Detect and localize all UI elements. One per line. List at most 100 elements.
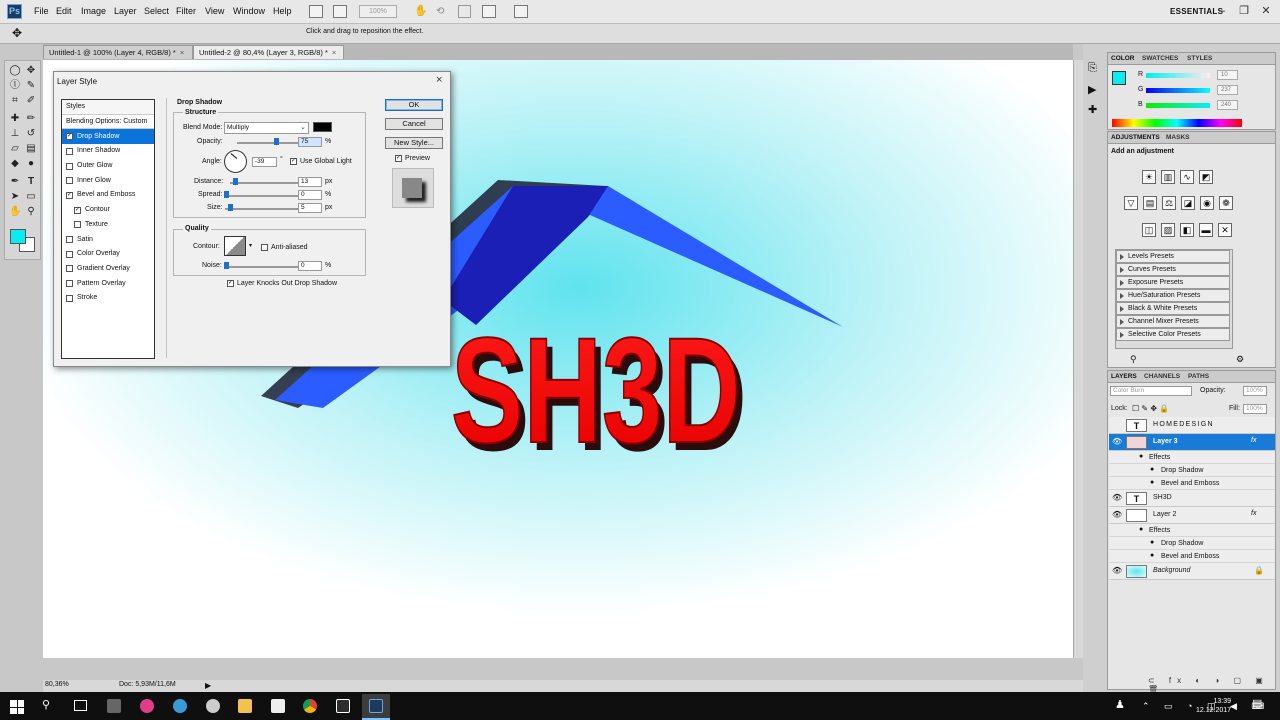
curves-icon[interactable]: ∿	[1180, 170, 1194, 184]
move-tool-preset-icon[interactable]: ✥	[12, 27, 22, 39]
lasso-tool-icon[interactable]: ⓛ	[9, 80, 21, 92]
hand-tool-icon[interactable]: ✋	[414, 6, 428, 17]
preset-levels[interactable]: Levels Presets	[1116, 250, 1230, 263]
checkbox-icon[interactable]	[66, 177, 73, 185]
eye-icon[interactable]: ●	[1150, 466, 1154, 473]
preset-curves[interactable]: Curves Presets	[1116, 263, 1230, 276]
style-inner-shadow[interactable]: Inner Shadow	[62, 144, 154, 159]
brightness-icon[interactable]: ☀	[1142, 170, 1156, 184]
screen-mode-icon[interactable]	[482, 5, 496, 18]
search-icon[interactable]: ⚲	[42, 699, 50, 711]
eye-icon[interactable]: 👁	[1112, 511, 1122, 519]
effect-bevel-emboss[interactable]: ● Bevel and Emboss	[1109, 477, 1275, 490]
style-blending-options[interactable]: Blending Options: Custom	[62, 115, 154, 130]
spread-slider[interactable]	[225, 195, 298, 197]
checkbox-icon[interactable]	[66, 162, 73, 170]
spread-input[interactable]: 0	[298, 190, 322, 200]
checkbox-icon[interactable]	[66, 280, 73, 288]
tab-adjustments[interactable]: ADJUSTMENTS	[1111, 134, 1160, 141]
g-slider[interactable]	[1146, 88, 1210, 93]
checkbox-icon[interactable]	[66, 250, 73, 258]
noise-slider[interactable]	[225, 266, 298, 268]
tab-paths[interactable]: PATHS	[1188, 373, 1209, 380]
fit-screen-icon[interactable]	[514, 5, 528, 18]
store-icon[interactable]	[271, 699, 285, 713]
layer-3[interactable]: 👁 Layer 3 fx	[1109, 434, 1275, 451]
spread-knob[interactable]	[224, 191, 229, 198]
eye-icon[interactable]: ●	[1150, 539, 1154, 546]
distance-input[interactable]: 13	[298, 177, 322, 187]
cancel-button[interactable]: Cancel	[385, 118, 443, 130]
arrange-documents-icon[interactable]	[458, 5, 471, 18]
b-value[interactable]: 240	[1217, 100, 1238, 110]
menu-image[interactable]: Image	[81, 6, 106, 16]
menu-select[interactable]: Select	[144, 6, 169, 16]
navigator-panel-icon[interactable]: ✚	[1088, 104, 1097, 116]
menu-edit[interactable]: Edit	[56, 6, 72, 16]
taskbar-clock[interactable]: 13:39 12.12.2017	[1196, 697, 1231, 715]
new-style-button[interactable]: New Style...	[385, 137, 443, 149]
photo-filter-icon[interactable]: ◉	[1200, 196, 1214, 210]
ok-button[interactable]: OK	[385, 99, 443, 111]
crop-tool-icon[interactable]: ⌗	[9, 95, 21, 107]
color-ramp[interactable]	[1112, 119, 1242, 127]
marquee-tool-icon[interactable]: ◯	[9, 65, 21, 77]
blend-mode-select[interactable]: Multiply	[224, 122, 309, 134]
start-icon[interactable]	[10, 700, 24, 714]
menu-help[interactable]: Help	[273, 6, 292, 16]
size-slider[interactable]	[225, 208, 298, 210]
eye-icon[interactable]: ●	[1150, 552, 1154, 559]
restore-icon[interactable]: ❐	[1235, 3, 1253, 19]
tab-untitled-2[interactable]: Untitled-2 @ 80,4% (Layer 3, RGB/8) * ×	[193, 45, 344, 59]
eye-icon[interactable]: ●	[1139, 453, 1143, 460]
adjust-info-icon[interactable]: ⚲	[1130, 355, 1137, 364]
layer-opacity[interactable]: 100%	[1243, 386, 1267, 396]
layer-homedesign[interactable]: T HOMEDESIGN	[1109, 417, 1275, 434]
status-arrow-icon[interactable]: ▶	[205, 681, 211, 690]
chevron-down-icon[interactable]: ▾	[249, 242, 252, 249]
vibrance-icon[interactable]: ▽	[1124, 196, 1138, 210]
gradient-tool-icon[interactable]: ▤	[25, 143, 37, 155]
checkbox-icon[interactable]	[66, 294, 73, 302]
preset-hue-saturation[interactable]: Hue/Saturation Presets	[1116, 289, 1230, 302]
distance-slider[interactable]	[230, 182, 298, 184]
blur-tool-icon[interactable]: ◆	[9, 158, 21, 170]
checkbox-icon[interactable]	[74, 221, 81, 229]
style-texture[interactable]: Texture	[62, 218, 154, 233]
preset-selective-color[interactable]: Selective Color Presets	[1116, 328, 1230, 341]
task-view-icon[interactable]	[74, 700, 87, 711]
layer-background[interactable]: 👁 Background 🔒	[1109, 563, 1275, 580]
selective-color-icon[interactable]: ✕	[1218, 223, 1232, 237]
shadow-color-swatch[interactable]	[313, 122, 332, 132]
r-slider[interactable]	[1146, 73, 1210, 78]
minimize-icon[interactable]: –	[1213, 3, 1231, 19]
people-icon[interactable]: ♟	[1115, 699, 1125, 711]
pen-tool-icon[interactable]: ✒	[9, 176, 21, 188]
eye-icon[interactable]: 👁	[1112, 438, 1122, 446]
maps-icon[interactable]	[140, 699, 154, 713]
vertical-scrollbar[interactable]	[1073, 60, 1083, 658]
menu-filter[interactable]: Filter	[176, 6, 196, 16]
checkbox-icon[interactable]: ✓	[66, 191, 73, 199]
notifications-icon[interactable]: ▤	[1252, 698, 1262, 710]
actions-panel-icon[interactable]: ▶	[1088, 84, 1096, 96]
opacity-knob[interactable]	[274, 138, 279, 145]
close-window-icon[interactable]: ✕	[1257, 3, 1275, 19]
eyedropper-tool-icon[interactable]: ✐	[25, 95, 37, 107]
photos-icon[interactable]	[336, 699, 350, 713]
path-select-icon[interactable]: ➤	[9, 191, 21, 203]
tab-swatches[interactable]: SWATCHES	[1142, 55, 1178, 62]
tab-masks[interactable]: MASKS	[1166, 134, 1189, 141]
zoom-tool-icon[interactable]: ⚲	[25, 206, 37, 218]
checkbox-icon[interactable]	[66, 236, 73, 244]
black-white-icon[interactable]: ◪	[1181, 196, 1195, 210]
size-input[interactable]: 5	[298, 203, 322, 213]
brush-tool-icon[interactable]: ✏	[25, 113, 37, 125]
invert-icon[interactable]: ◫	[1142, 223, 1156, 237]
layer-sh3d[interactable]: 👁 T SH3D	[1109, 490, 1275, 507]
angle-input[interactable]: -39	[252, 157, 277, 167]
noise-knob[interactable]	[224, 262, 229, 269]
b-slider[interactable]	[1146, 103, 1210, 108]
checkbox-icon[interactable]: ✓	[74, 206, 81, 214]
style-stroke[interactable]: Stroke	[62, 291, 154, 306]
